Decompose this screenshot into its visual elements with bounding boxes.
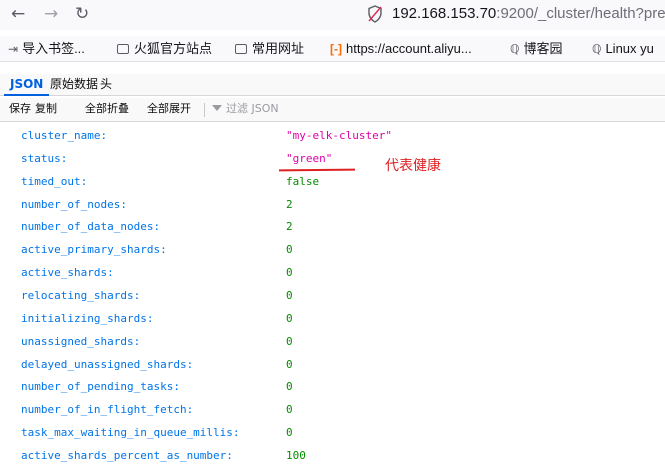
json-row[interactable]: delayed_unassigned_shards: 0 — [0, 354, 665, 377]
bookmarks-toolbar: ⇥ 导入书签... 火狐官方站点 常用网址 [-] https://account.… — [0, 36, 665, 62]
save-button[interactable]: 保存 — [9, 101, 31, 117]
url-bar[interactable]: 192.168.153.70:9200/_cluster/health?pret… — [392, 4, 665, 24]
bookmark-label: 火狐官方站点 — [134, 41, 213, 56]
expand-all-button[interactable]: 全部展开 — [147, 101, 191, 117]
forward-icon[interactable]: → — [44, 2, 58, 26]
tab-headers[interactable]: 头 — [94, 74, 118, 96]
url-path: :9200/_cluster/health?pretty — [496, 5, 665, 22]
bookmark-aliyun[interactable]: [-] https://account.aliyu... — [330, 40, 472, 58]
filter-placeholder: 过滤 JSON — [226, 102, 279, 115]
json-value: 0 — [286, 266, 293, 280]
json-row[interactable]: number_of_pending_tasks: 0 — [0, 376, 665, 399]
json-row[interactable]: active_shards: 0 — [0, 262, 665, 285]
json-value: 2 — [286, 197, 293, 211]
json-key: delayed_unassigned_shards: — [21, 357, 194, 371]
json-row[interactable]: status: "green" — [0, 148, 665, 171]
cnblogs-icon: ℚ — [510, 42, 520, 56]
bookmark-import[interactable]: ⇥ 导入书签... — [8, 40, 85, 58]
filter-icon — [212, 105, 222, 111]
url-host: 192.168.153.70 — [392, 5, 497, 22]
json-row[interactable]: active_primary_shards: 0 — [0, 239, 665, 262]
json-key: active_shards: — [21, 266, 114, 280]
healthy-annotation: 代表健康 — [385, 158, 441, 174]
folder-icon — [235, 44, 247, 54]
reload-icon[interactable]: ↻ — [75, 2, 89, 26]
copy-button[interactable]: 复制 — [35, 101, 57, 117]
insecure-connection-icon[interactable] — [368, 5, 382, 23]
json-row[interactable]: unassigned_shards: 0 — [0, 331, 665, 354]
bookmark-label: 常用网址 — [252, 41, 305, 56]
json-row[interactable]: task_max_waiting_in_queue_millis: 0 — [0, 422, 665, 445]
json-value: 0 — [286, 357, 293, 371]
json-toolbar: 保存 复制 全部折叠 全部展开 过滤 JSON — [0, 98, 665, 122]
bookmark-linux[interactable]: ℚ Linux yu — [592, 40, 654, 58]
json-row[interactable]: number_of_nodes: 2 — [0, 194, 665, 217]
json-row[interactable]: timed_out: false — [0, 171, 665, 194]
json-value: "green" — [286, 151, 333, 165]
json-value: 0 — [286, 289, 293, 303]
toolbar-divider — [204, 103, 205, 117]
json-value: 0 — [286, 311, 293, 325]
json-value: 0 — [286, 334, 293, 348]
json-row[interactable]: relocating_shards: 0 — [0, 285, 665, 308]
json-key: number_of_pending_tasks: — [21, 380, 180, 394]
bookmark-cnblogs[interactable]: ℚ 博客园 — [510, 40, 562, 58]
json-value: 2 — [286, 220, 293, 234]
tab-json[interactable]: JSON — [4, 74, 50, 96]
json-key: cluster_name: — [21, 129, 108, 142]
json-value: false — [286, 174, 320, 188]
json-row[interactable]: number_of_data_nodes: 2 — [0, 216, 665, 239]
json-key: number_of_data_nodes: — [21, 220, 161, 234]
back-icon[interactable]: ← — [11, 2, 25, 26]
filter-json-input[interactable]: 过滤 JSON — [212, 101, 279, 117]
json-key: timed_out: — [21, 174, 88, 188]
json-value: 0 — [286, 403, 293, 417]
collapse-all-button[interactable]: 全部折叠 — [85, 101, 129, 117]
json-key: task_max_waiting_in_queue_millis: — [21, 426, 240, 440]
json-row[interactable]: active_shards_percent_as_number: 100 — [0, 445, 665, 465]
json-row[interactable]: cluster_name: "my-elk-cluster" — [0, 125, 665, 148]
json-row[interactable]: initializing_shards: 0 — [0, 308, 665, 331]
navigation-bar: ← → ↻ 192.168.153.70:9200/_cluster/healt… — [0, 0, 665, 30]
json-key: relocating_shards: — [21, 289, 141, 303]
json-row[interactable]: number_of_in_flight_fetch: 0 — [0, 399, 665, 422]
json-key: number_of_nodes: — [21, 197, 127, 211]
json-value: "my-elk-cluster" — [286, 129, 392, 142]
bookmark-label: 导入书签... — [22, 41, 85, 56]
json-key: active_primary_shards: — [21, 243, 167, 257]
bookmark-label: https://account.aliyu... — [346, 41, 472, 56]
json-tree: cluster_name: "my-elk-cluster" status: "gr… — [0, 125, 665, 465]
bookmark-label: Linux yu — [605, 41, 654, 56]
folder-icon — [117, 44, 129, 54]
bookmark-label: 博客园 — [523, 41, 563, 56]
json-viewer-tabs: JSON 原始数据 头 — [0, 74, 665, 96]
json-value: 0 — [286, 426, 293, 440]
json-value: 0 — [286, 380, 293, 394]
import-icon: ⇥ — [8, 42, 19, 56]
json-key: unassigned_shards: — [21, 334, 141, 348]
json-key: status: — [21, 151, 68, 165]
json-key: number_of_in_flight_fetch: — [21, 403, 194, 417]
bookmark-common-sites[interactable]: 常用网址 — [235, 40, 304, 57]
bookmark-firefox-official[interactable]: 火狐官方站点 — [117, 40, 212, 57]
aliyun-icon: [-] — [330, 42, 342, 56]
json-key: active_shards_percent_as_number: — [21, 449, 233, 463]
cnblogs-icon: ℚ — [592, 42, 602, 56]
json-value: 0 — [286, 243, 293, 257]
json-key: initializing_shards: — [21, 311, 154, 325]
json-value: 100 — [286, 449, 306, 463]
